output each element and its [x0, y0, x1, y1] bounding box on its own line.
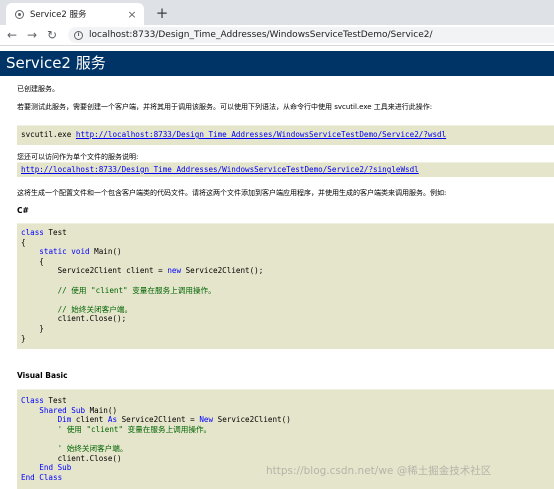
- code-token: Test: [43, 396, 67, 405]
- address-bar[interactable]: i localhost:8733/Design_Time_Addresses/W…: [68, 27, 554, 43]
- globe-icon: [15, 9, 24, 19]
- svcutil-code-box: svcutil.exe http://localhost:8733/Design…: [17, 125, 554, 145]
- code-token: ' 始终关闭客户端。: [21, 443, 128, 453]
- code-token: {: [21, 237, 26, 247]
- single-wsdl-link[interactable]: http://localhost:8733/Design_Time_Addres…: [21, 165, 419, 174]
- code-token: Service2Client();: [181, 266, 264, 276]
- code-token: client.Close();: [21, 314, 127, 324]
- single-wsdl-code-box: http://localhost:8733/Design_Time_Addres…: [17, 162, 554, 177]
- code-token: // 始终关闭客户端。: [21, 304, 133, 314]
- code-token: static void: [39, 247, 90, 257]
- code-line: {: [21, 238, 554, 248]
- generate-text: 这将生成一个配置文件和一个包含客户端类的代码文件。请将这两个文件添加到客户端应用…: [17, 189, 447, 197]
- info-icon[interactable]: i: [74, 30, 83, 40]
- test-instructions: 若要测试此服务，需要创建一个客户端，并将其用于调用该服务。可以使用下列语法，从命…: [17, 103, 433, 111]
- wsdl-link[interactable]: http://localhost:8733/Design_Time_Addres…: [76, 130, 446, 139]
- close-tab-icon[interactable]: ×: [125, 8, 139, 21]
- new-tab-button[interactable]: +: [152, 3, 172, 23]
- browser-tab[interactable]: Service2 服务 ×: [6, 3, 144, 25]
- code-token: Class: [21, 396, 44, 405]
- code-line: class Test: [21, 228, 554, 238]
- code-token: new: [167, 266, 182, 276]
- code-token: Service2Client(): [213, 415, 291, 425]
- vb-heading: Visual Basic: [17, 371, 68, 380]
- code-token: client.Close(): [21, 453, 122, 463]
- code-line: ' 使用 "client" 变量在服务上调用操作。: [21, 425, 554, 435]
- back-arrow-icon[interactable]: ←: [4, 26, 20, 44]
- code-token: }: [21, 323, 44, 333]
- svcutil-command: svcutil.exe: [21, 130, 76, 139]
- code-token: Main(): [85, 405, 118, 415]
- code-token: End Sub: [39, 463, 72, 473]
- code-line: // 始终关闭客户端。: [21, 305, 554, 315]
- browser-toolbar: ← → ↻ i localhost:8733/Design_Time_Addre…: [0, 25, 554, 46]
- code-token: Service2Client =: [117, 415, 200, 425]
- code-line: ' 始终关闭客户端。: [21, 444, 554, 454]
- page-content: Service2 服务 已创建服务。 若要测试此服务，需要创建一个客户端，并将其…: [0, 46, 554, 489]
- tab-strip: Service2 服务 × +: [0, 0, 554, 25]
- code-token: Shared Sub: [39, 405, 86, 415]
- single-file-text: 您还可以访问作为单个文件的服务说明:: [17, 153, 139, 161]
- code-token: // 使用 "client" 变量在服务上调用操作。: [21, 285, 216, 295]
- code-token: }: [21, 333, 26, 343]
- code-token: Dim: [57, 415, 72, 425]
- address-url[interactable]: localhost:8733/Design_Time_Addresses/Win…: [89, 30, 433, 40]
- code-line: Dim client As Service2Client = New Servi…: [21, 415, 554, 425]
- csharp-heading: C#: [17, 206, 29, 215]
- code-line: static void Main(): [21, 247, 554, 257]
- code-token: {: [21, 256, 44, 266]
- code-token: class: [21, 228, 44, 237]
- code-token: client: [71, 415, 108, 425]
- code-token: ' 使用 "client" 变量在服务上调用操作。: [21, 424, 212, 434]
- forward-arrow-icon[interactable]: →: [24, 26, 40, 44]
- code-line: Service2Client client = new Service2Clie…: [21, 266, 554, 276]
- code-line: }: [21, 334, 554, 344]
- code-line: Shared Sub Main(): [21, 406, 554, 416]
- code-line: {: [21, 257, 554, 267]
- csharp-code-box: class Test{ static void Main() { Service…: [17, 223, 554, 349]
- created-text: 已创建服务。: [17, 85, 59, 93]
- code-token: End Class: [21, 472, 63, 482]
- code-line: }: [21, 324, 554, 334]
- reload-icon[interactable]: ↻: [44, 26, 60, 44]
- page-title: Service2 服务: [0, 51, 554, 76]
- code-token: Test: [43, 228, 67, 237]
- tab-title: Service2 服务: [30, 10, 87, 20]
- code-token: As: [107, 415, 118, 425]
- watermark: https://blog.csdn.net/we @稀土掘金技术社区: [266, 465, 492, 477]
- code-line: client.Close();: [21, 314, 554, 324]
- code-token: Main(): [89, 247, 122, 257]
- code-line: client.Close(): [21, 454, 554, 464]
- code-line: Class Test: [21, 396, 554, 406]
- code-token: New: [199, 415, 214, 425]
- code-line: // 使用 "client" 变量在服务上调用操作。: [21, 286, 554, 296]
- code-token: Service2Client client =: [21, 266, 168, 276]
